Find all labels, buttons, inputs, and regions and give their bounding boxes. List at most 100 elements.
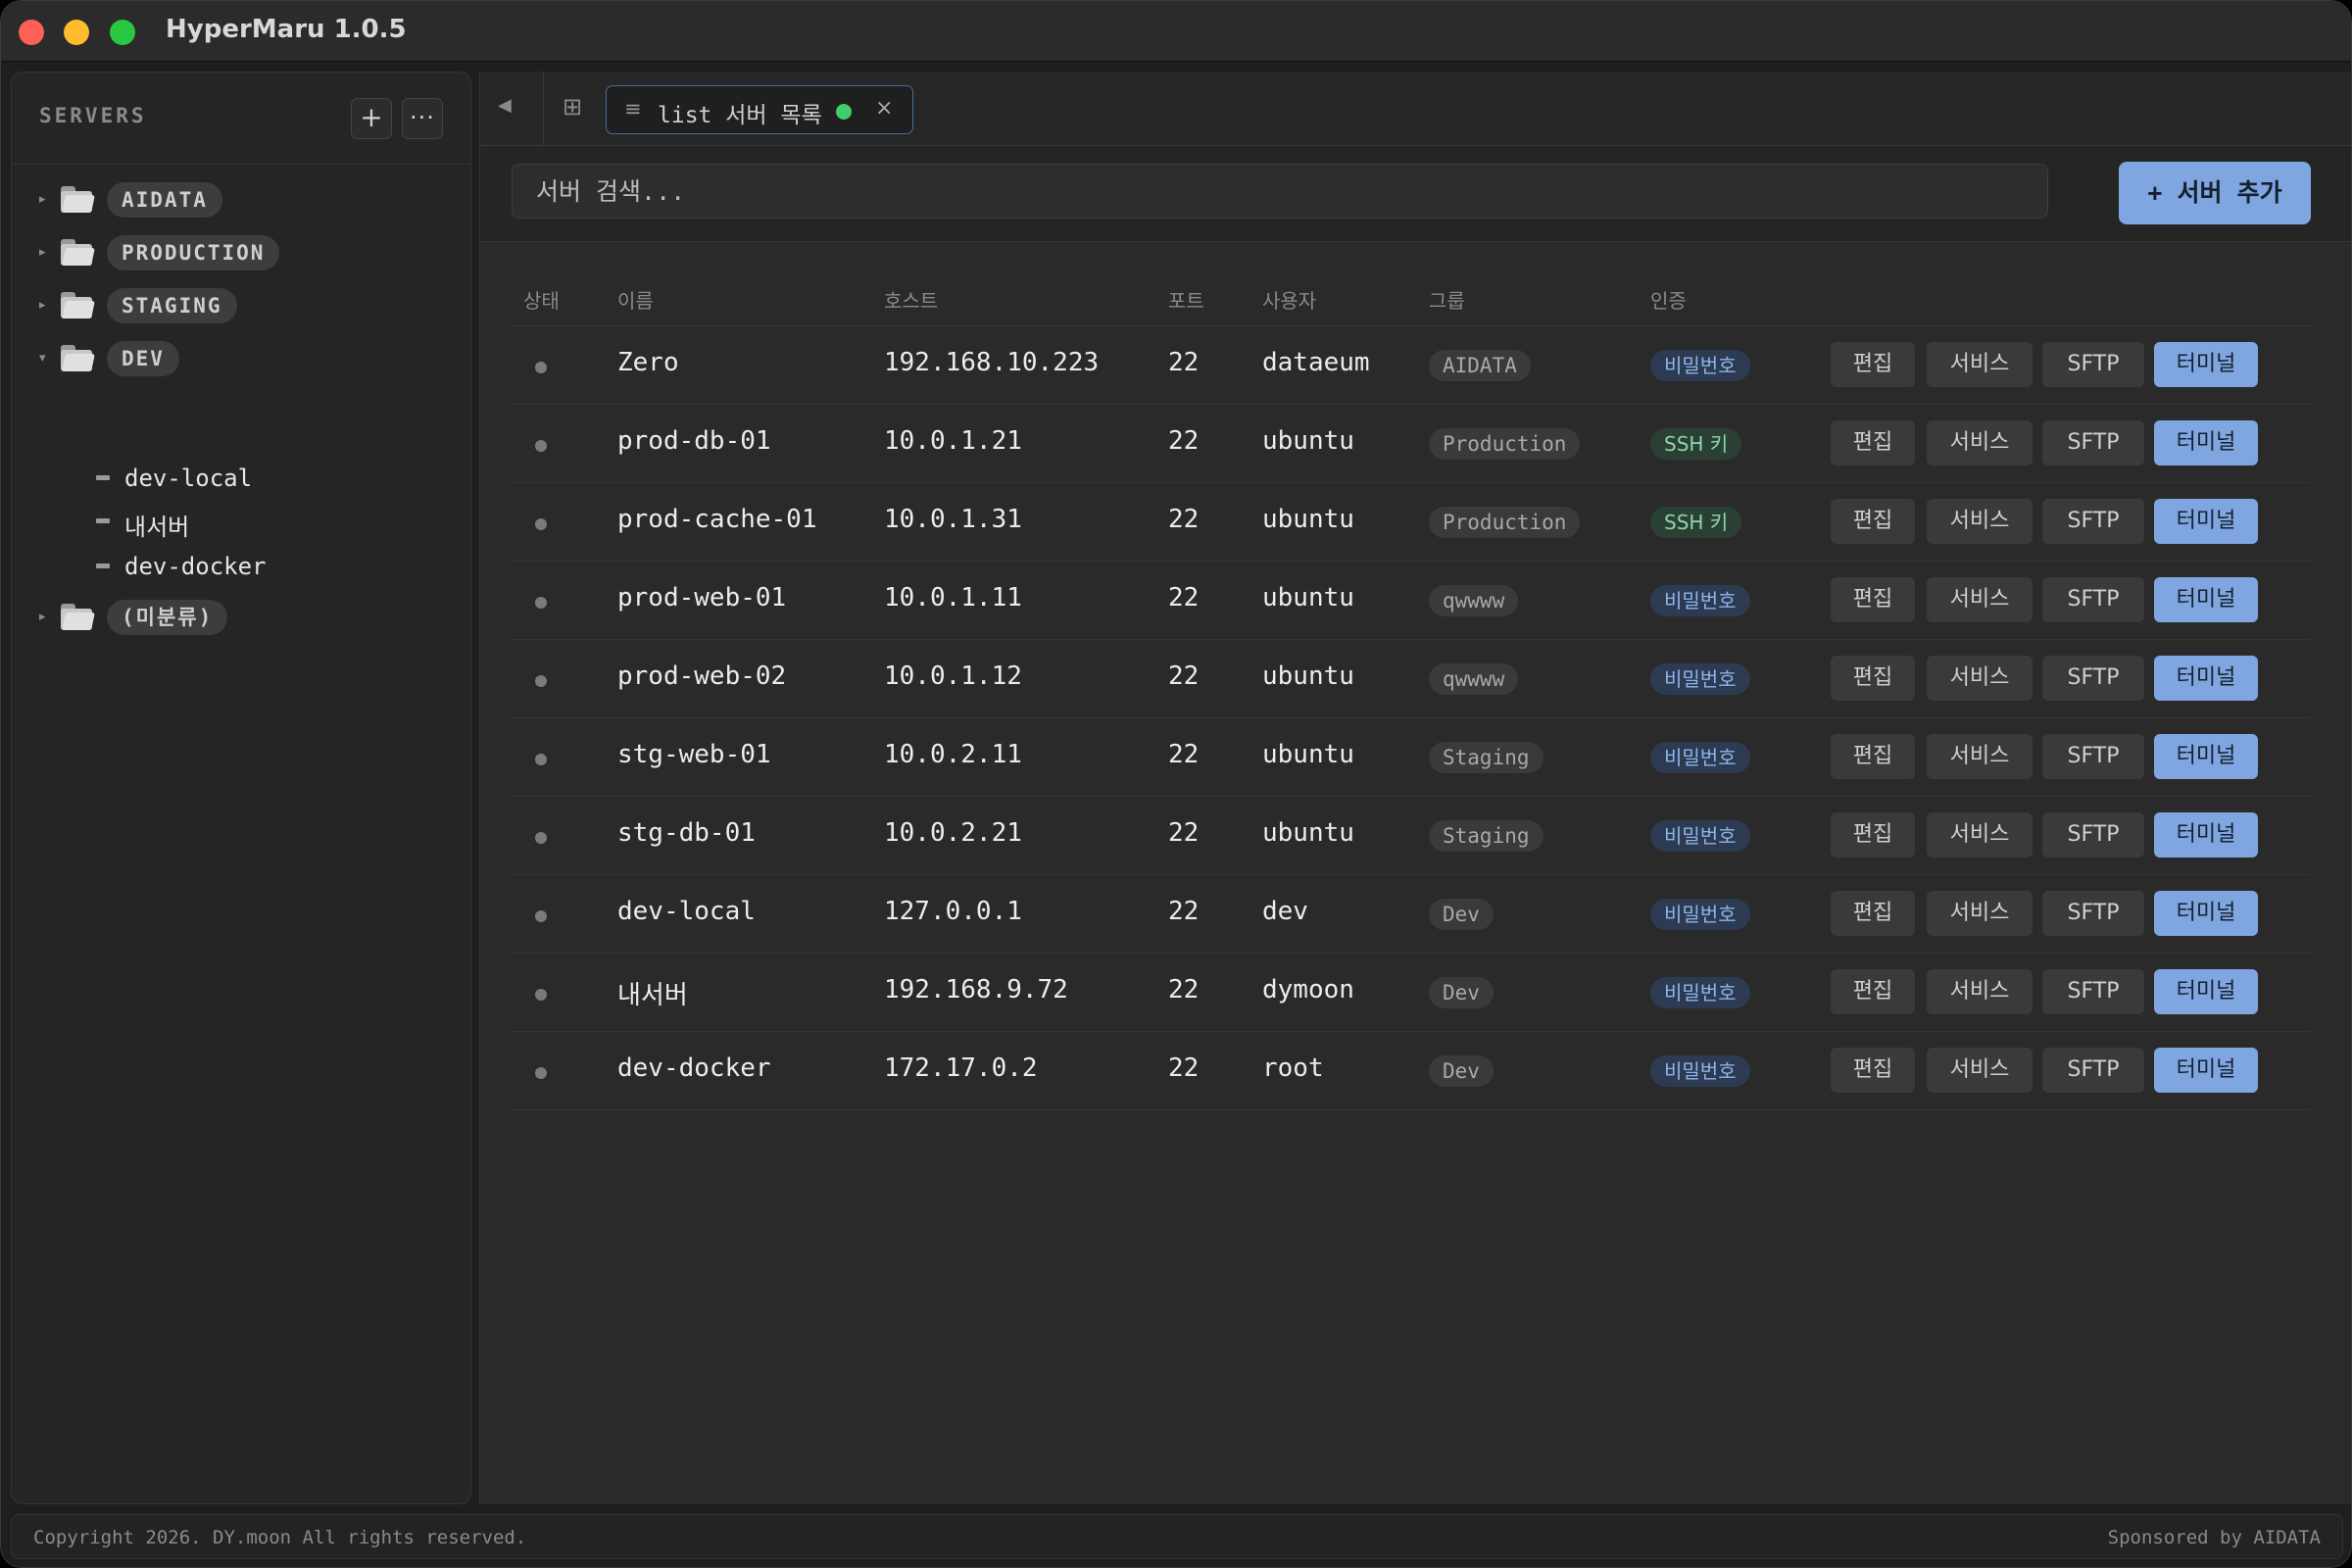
- close-window-button[interactable]: [19, 20, 44, 45]
- edit-button[interactable]: 편집: [1831, 499, 1915, 544]
- status-dot: [535, 518, 547, 530]
- minimize-window-button[interactable]: [64, 20, 89, 45]
- services-button[interactable]: 서비스: [1927, 656, 2033, 701]
- table-row[interactable]: 내서버 192.168.9.72 22 dymoon Dev 비밀번호 편집 서비스 SFTP 터…: [512, 954, 2311, 1032]
- services-button[interactable]: 서비스: [1927, 969, 2033, 1014]
- server-port: 22: [1168, 1054, 1200, 1083]
- edit-button[interactable]: 편집: [1831, 342, 1915, 387]
- column-header-user[interactable]: 사용자: [1262, 285, 1316, 314]
- close-icon[interactable]: ×: [875, 96, 893, 121]
- edit-button[interactable]: 편집: [1831, 812, 1915, 858]
- tree-item-dev-local[interactable]: dev-local: [12, 461, 470, 500]
- table-row[interactable]: stg-web-01 10.0.2.11 22 ubuntu Staging 비밀번호 편집…: [512, 718, 2311, 797]
- edit-button[interactable]: 편집: [1831, 420, 1915, 466]
- services-button[interactable]: 서비스: [1927, 734, 2033, 779]
- table-row[interactable]: prod-db-01 10.0.1.21 22 ubuntu Production SSH…: [512, 405, 2311, 483]
- column-header-host[interactable]: 호스트: [884, 285, 938, 314]
- terminal-button[interactable]: 터미널: [2154, 420, 2258, 466]
- caret-down-icon[interactable]: ▾: [39, 351, 46, 366]
- server-name: stg-db-01: [617, 818, 756, 848]
- services-button[interactable]: 서비스: [1927, 420, 2033, 466]
- server-name: prod-web-02: [617, 662, 787, 691]
- table-row[interactable]: dev-docker 172.17.0.2 22 root Dev 비밀번호 편집 서비스 SF…: [512, 1032, 2311, 1110]
- server-name: dev-local: [617, 897, 756, 926]
- table-row[interactable]: prod-cache-01 10.0.1.31 22 ubuntu Production…: [512, 483, 2311, 562]
- terminal-button[interactable]: 터미널: [2154, 656, 2258, 701]
- add-folder-button[interactable]: +: [351, 98, 392, 139]
- divider: [543, 72, 544, 146]
- column-header-name[interactable]: 이름: [617, 285, 654, 314]
- auth-badge: 비밀번호: [1650, 663, 1750, 695]
- column-header-port[interactable]: 포트: [1168, 285, 1204, 314]
- caret-right-icon[interactable]: ▸: [39, 192, 46, 207]
- sftp-button[interactable]: SFTP: [2042, 734, 2144, 779]
- grid-view-icon[interactable]: ⊞: [563, 93, 582, 121]
- terminal-button[interactable]: 터미널: [2154, 1048, 2258, 1093]
- sftp-button[interactable]: SFTP: [2042, 577, 2144, 622]
- services-button[interactable]: 서비스: [1927, 577, 2033, 622]
- zoom-window-button[interactable]: [110, 20, 135, 45]
- terminal-button[interactable]: 터미널: [2154, 342, 2258, 387]
- server-port: 22: [1168, 505, 1200, 534]
- table-row[interactable]: prod-web-01 10.0.1.11 22 ubuntu qwwww 비밀번호 편집 서…: [512, 562, 2311, 640]
- services-button[interactable]: 서비스: [1927, 812, 2033, 858]
- auth-badge: SSH 키: [1650, 428, 1742, 460]
- edit-button[interactable]: 편집: [1831, 891, 1915, 936]
- terminal-button[interactable]: 터미널: [2154, 734, 2258, 779]
- sftp-button[interactable]: SFTP: [2042, 342, 2144, 387]
- sftp-button[interactable]: SFTP: [2042, 656, 2144, 701]
- server-host: 10.0.2.11: [884, 740, 1022, 769]
- folder-production[interactable]: ▸ PRODUCTION: [12, 233, 470, 276]
- terminal-button[interactable]: 터미널: [2154, 812, 2258, 858]
- caret-right-icon[interactable]: ▸: [39, 610, 46, 624]
- edit-button[interactable]: 편집: [1831, 577, 1915, 622]
- services-button[interactable]: 서비스: [1927, 499, 2033, 544]
- folder-label: PRODUCTION: [107, 235, 280, 270]
- tab-server-list[interactable]: ≡ list 서버 목록 ×: [606, 85, 913, 134]
- folder-dev[interactable]: ▾ DEV: [12, 339, 470, 382]
- terminal-button[interactable]: 터미널: [2154, 969, 2258, 1014]
- tree-item-label: dev-docker: [124, 553, 267, 580]
- column-header-group[interactable]: 그룹: [1429, 285, 1465, 314]
- terminal-button[interactable]: 터미널: [2154, 577, 2258, 622]
- column-header-status[interactable]: 상태: [523, 285, 560, 314]
- sftp-button[interactable]: SFTP: [2042, 499, 2144, 544]
- sftp-button[interactable]: SFTP: [2042, 969, 2144, 1014]
- tree-item-my-server[interactable]: 내서버: [12, 504, 470, 543]
- table-row[interactable]: Zero 192.168.10.223 22 dataeum AIDATA 비밀번호 편집 서…: [512, 326, 2311, 405]
- services-button[interactable]: 서비스: [1927, 891, 2033, 936]
- edit-button[interactable]: 편집: [1831, 656, 1915, 701]
- folder-staging[interactable]: ▸ STAGING: [12, 286, 470, 329]
- collapse-sidebar-icon[interactable]: ◀: [498, 95, 512, 116]
- tree-item-label: dev-local: [124, 465, 253, 492]
- terminal-button[interactable]: 터미널: [2154, 499, 2258, 544]
- sftp-button[interactable]: SFTP: [2042, 1048, 2144, 1093]
- services-button[interactable]: 서비스: [1927, 1048, 2033, 1093]
- edit-button[interactable]: 편집: [1831, 969, 1915, 1014]
- server-port: 22: [1168, 740, 1200, 769]
- table-row[interactable]: dev-local 127.0.0.1 22 dev Dev 비밀번호 편집 서비스 SFTP 터…: [512, 875, 2311, 954]
- auth-badge: 비밀번호: [1650, 585, 1750, 616]
- more-options-button[interactable]: ···: [402, 98, 443, 139]
- table-row[interactable]: stg-db-01 10.0.2.21 22 ubuntu Staging 비밀번호 편집 서…: [512, 797, 2311, 875]
- server-name: prod-web-01: [617, 583, 787, 612]
- group-badge: Dev: [1429, 977, 1494, 1008]
- services-button[interactable]: 서비스: [1927, 342, 2033, 387]
- table-row[interactable]: prod-web-02 10.0.1.12 22 ubuntu qwwww 비밀번호 편집 서…: [512, 640, 2311, 718]
- search-input[interactable]: [512, 164, 2048, 219]
- auth-badge: 비밀번호: [1650, 977, 1750, 1008]
- folder-aidata[interactable]: ▸ AIDATA: [12, 180, 470, 223]
- status-dot: [535, 832, 547, 844]
- caret-right-icon[interactable]: ▸: [39, 245, 46, 260]
- tree-item-dev-docker[interactable]: dev-docker: [12, 549, 470, 588]
- column-header-auth[interactable]: 인증: [1650, 285, 1687, 314]
- terminal-button[interactable]: 터미널: [2154, 891, 2258, 936]
- add-server-button[interactable]: + 서버 추가: [2119, 162, 2311, 224]
- edit-button[interactable]: 편집: [1831, 734, 1915, 779]
- sftp-button[interactable]: SFTP: [2042, 891, 2144, 936]
- edit-button[interactable]: 편집: [1831, 1048, 1915, 1093]
- caret-right-icon[interactable]: ▸: [39, 298, 46, 313]
- sftp-button[interactable]: SFTP: [2042, 812, 2144, 858]
- folder-uncategorized[interactable]: ▸ (미분류): [12, 598, 470, 641]
- sftp-button[interactable]: SFTP: [2042, 420, 2144, 466]
